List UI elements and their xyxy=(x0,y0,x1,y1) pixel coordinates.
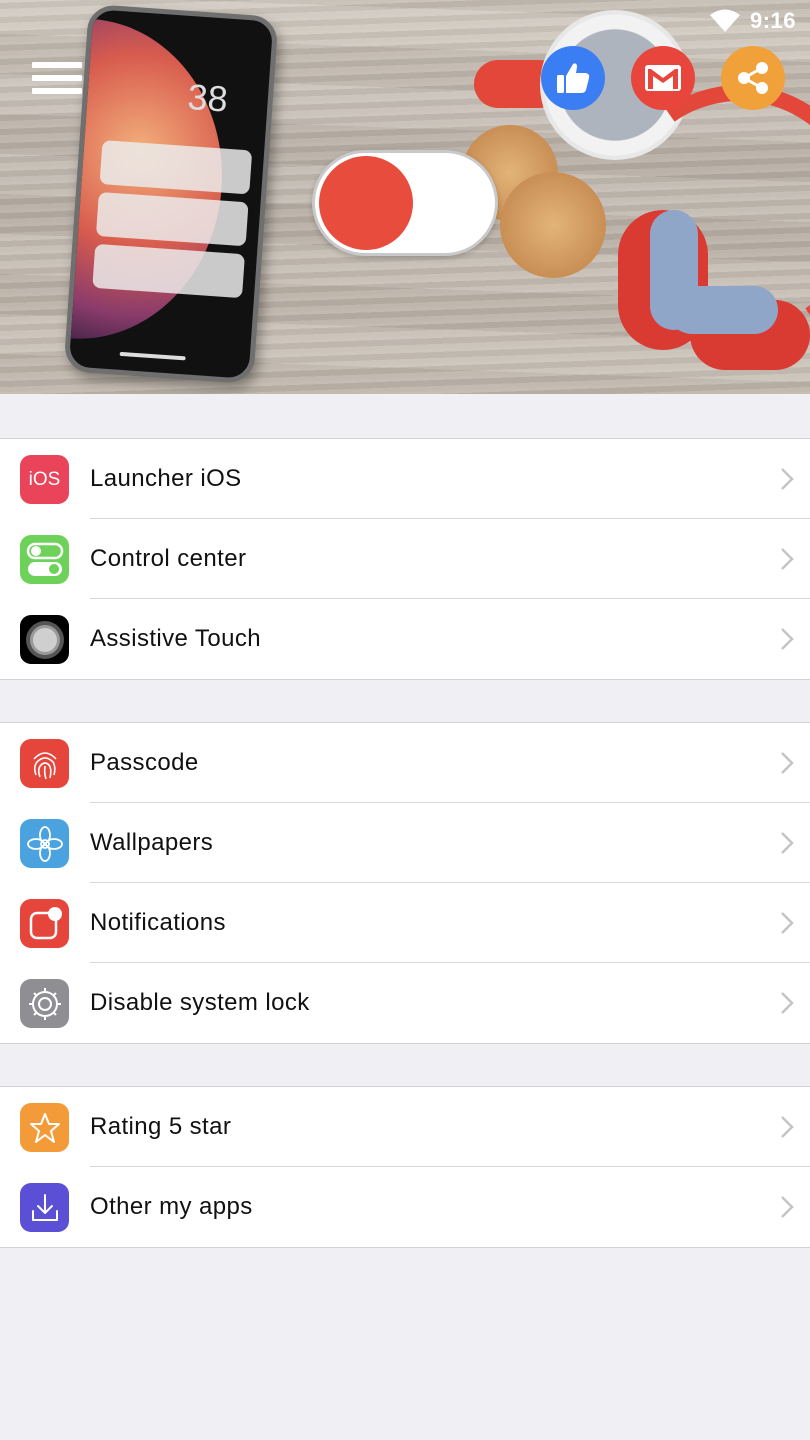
assistive-touch-icon xyxy=(20,615,69,664)
row-label: Control center xyxy=(90,545,247,572)
share-button[interactable] xyxy=(721,46,785,110)
menu-line xyxy=(32,75,82,81)
like-button[interactable] xyxy=(541,46,605,110)
chevron-right-icon xyxy=(781,752,794,774)
row-label: Disable system lock xyxy=(90,989,310,1016)
chevron-right-icon xyxy=(781,628,794,650)
row-notifications[interactable]: Notifications xyxy=(0,883,810,963)
phone-home-bar xyxy=(119,351,186,361)
phone-clock: 38 xyxy=(186,75,230,120)
chevron-right-icon xyxy=(781,912,794,934)
row-assistive-touch[interactable]: Assistive Touch xyxy=(0,599,810,679)
phone-illustration: 38 xyxy=(63,3,279,385)
row-control-center[interactable]: Control center xyxy=(0,519,810,599)
row-label: Launcher iOS xyxy=(90,465,242,492)
chevron-right-icon xyxy=(781,1196,794,1218)
flower-icon xyxy=(20,819,69,868)
row-label: Rating 5 star xyxy=(90,1113,232,1140)
mail-button[interactable] xyxy=(631,46,695,110)
chevron-right-icon xyxy=(781,468,794,490)
row-rating[interactable]: Rating 5 star xyxy=(0,1087,810,1167)
thumbs-up-icon xyxy=(557,63,590,93)
chevron-right-icon xyxy=(781,832,794,854)
gmail-icon xyxy=(645,65,681,91)
row-wallpapers[interactable]: Wallpapers xyxy=(0,803,810,883)
row-launcher-ios[interactable]: iOS Launcher iOS xyxy=(0,439,810,519)
row-label: Notifications xyxy=(90,909,226,936)
row-label: Passcode xyxy=(90,749,199,776)
toggles-icon xyxy=(20,535,69,584)
wifi-icon xyxy=(709,9,740,32)
settings-group-more: Rating 5 star Other my apps xyxy=(0,1086,810,1248)
star-icon xyxy=(20,1103,69,1152)
gear-icon xyxy=(20,979,69,1028)
fingerprint-icon xyxy=(20,739,69,788)
header-banner: 38 9:16 xyxy=(0,0,810,394)
headphones-pad xyxy=(668,286,778,334)
chevron-right-icon xyxy=(781,548,794,570)
row-label: Wallpapers xyxy=(90,829,214,856)
menu-button[interactable] xyxy=(32,60,84,98)
status-bar: 9:16 xyxy=(709,6,796,36)
ios-icon: iOS xyxy=(20,455,69,504)
cookie xyxy=(500,172,606,278)
share-icon xyxy=(738,62,768,94)
settings-group-security: Passcode Wallpapers Notifications Disabl… xyxy=(0,722,810,1044)
download-icon xyxy=(20,1183,69,1232)
toggle-knob xyxy=(319,156,413,250)
row-label: Assistive Touch xyxy=(90,625,261,652)
row-passcode[interactable]: Passcode xyxy=(0,723,810,803)
row-disable-system-lock[interactable]: Disable system lock xyxy=(0,963,810,1043)
menu-line xyxy=(32,88,82,94)
main-toggle-switch[interactable] xyxy=(312,150,498,256)
row-label: Other my apps xyxy=(90,1193,253,1220)
menu-line xyxy=(32,62,82,68)
notification-badge-icon xyxy=(20,899,69,948)
ios-icon-text: iOS xyxy=(28,468,61,490)
status-time: 9:16 xyxy=(749,8,796,33)
chevron-right-icon xyxy=(781,1116,794,1138)
chevron-right-icon xyxy=(781,992,794,1014)
row-other-apps[interactable]: Other my apps xyxy=(0,1167,810,1247)
settings-group-main: iOS Launcher iOS Control center Assistiv xyxy=(0,438,810,680)
